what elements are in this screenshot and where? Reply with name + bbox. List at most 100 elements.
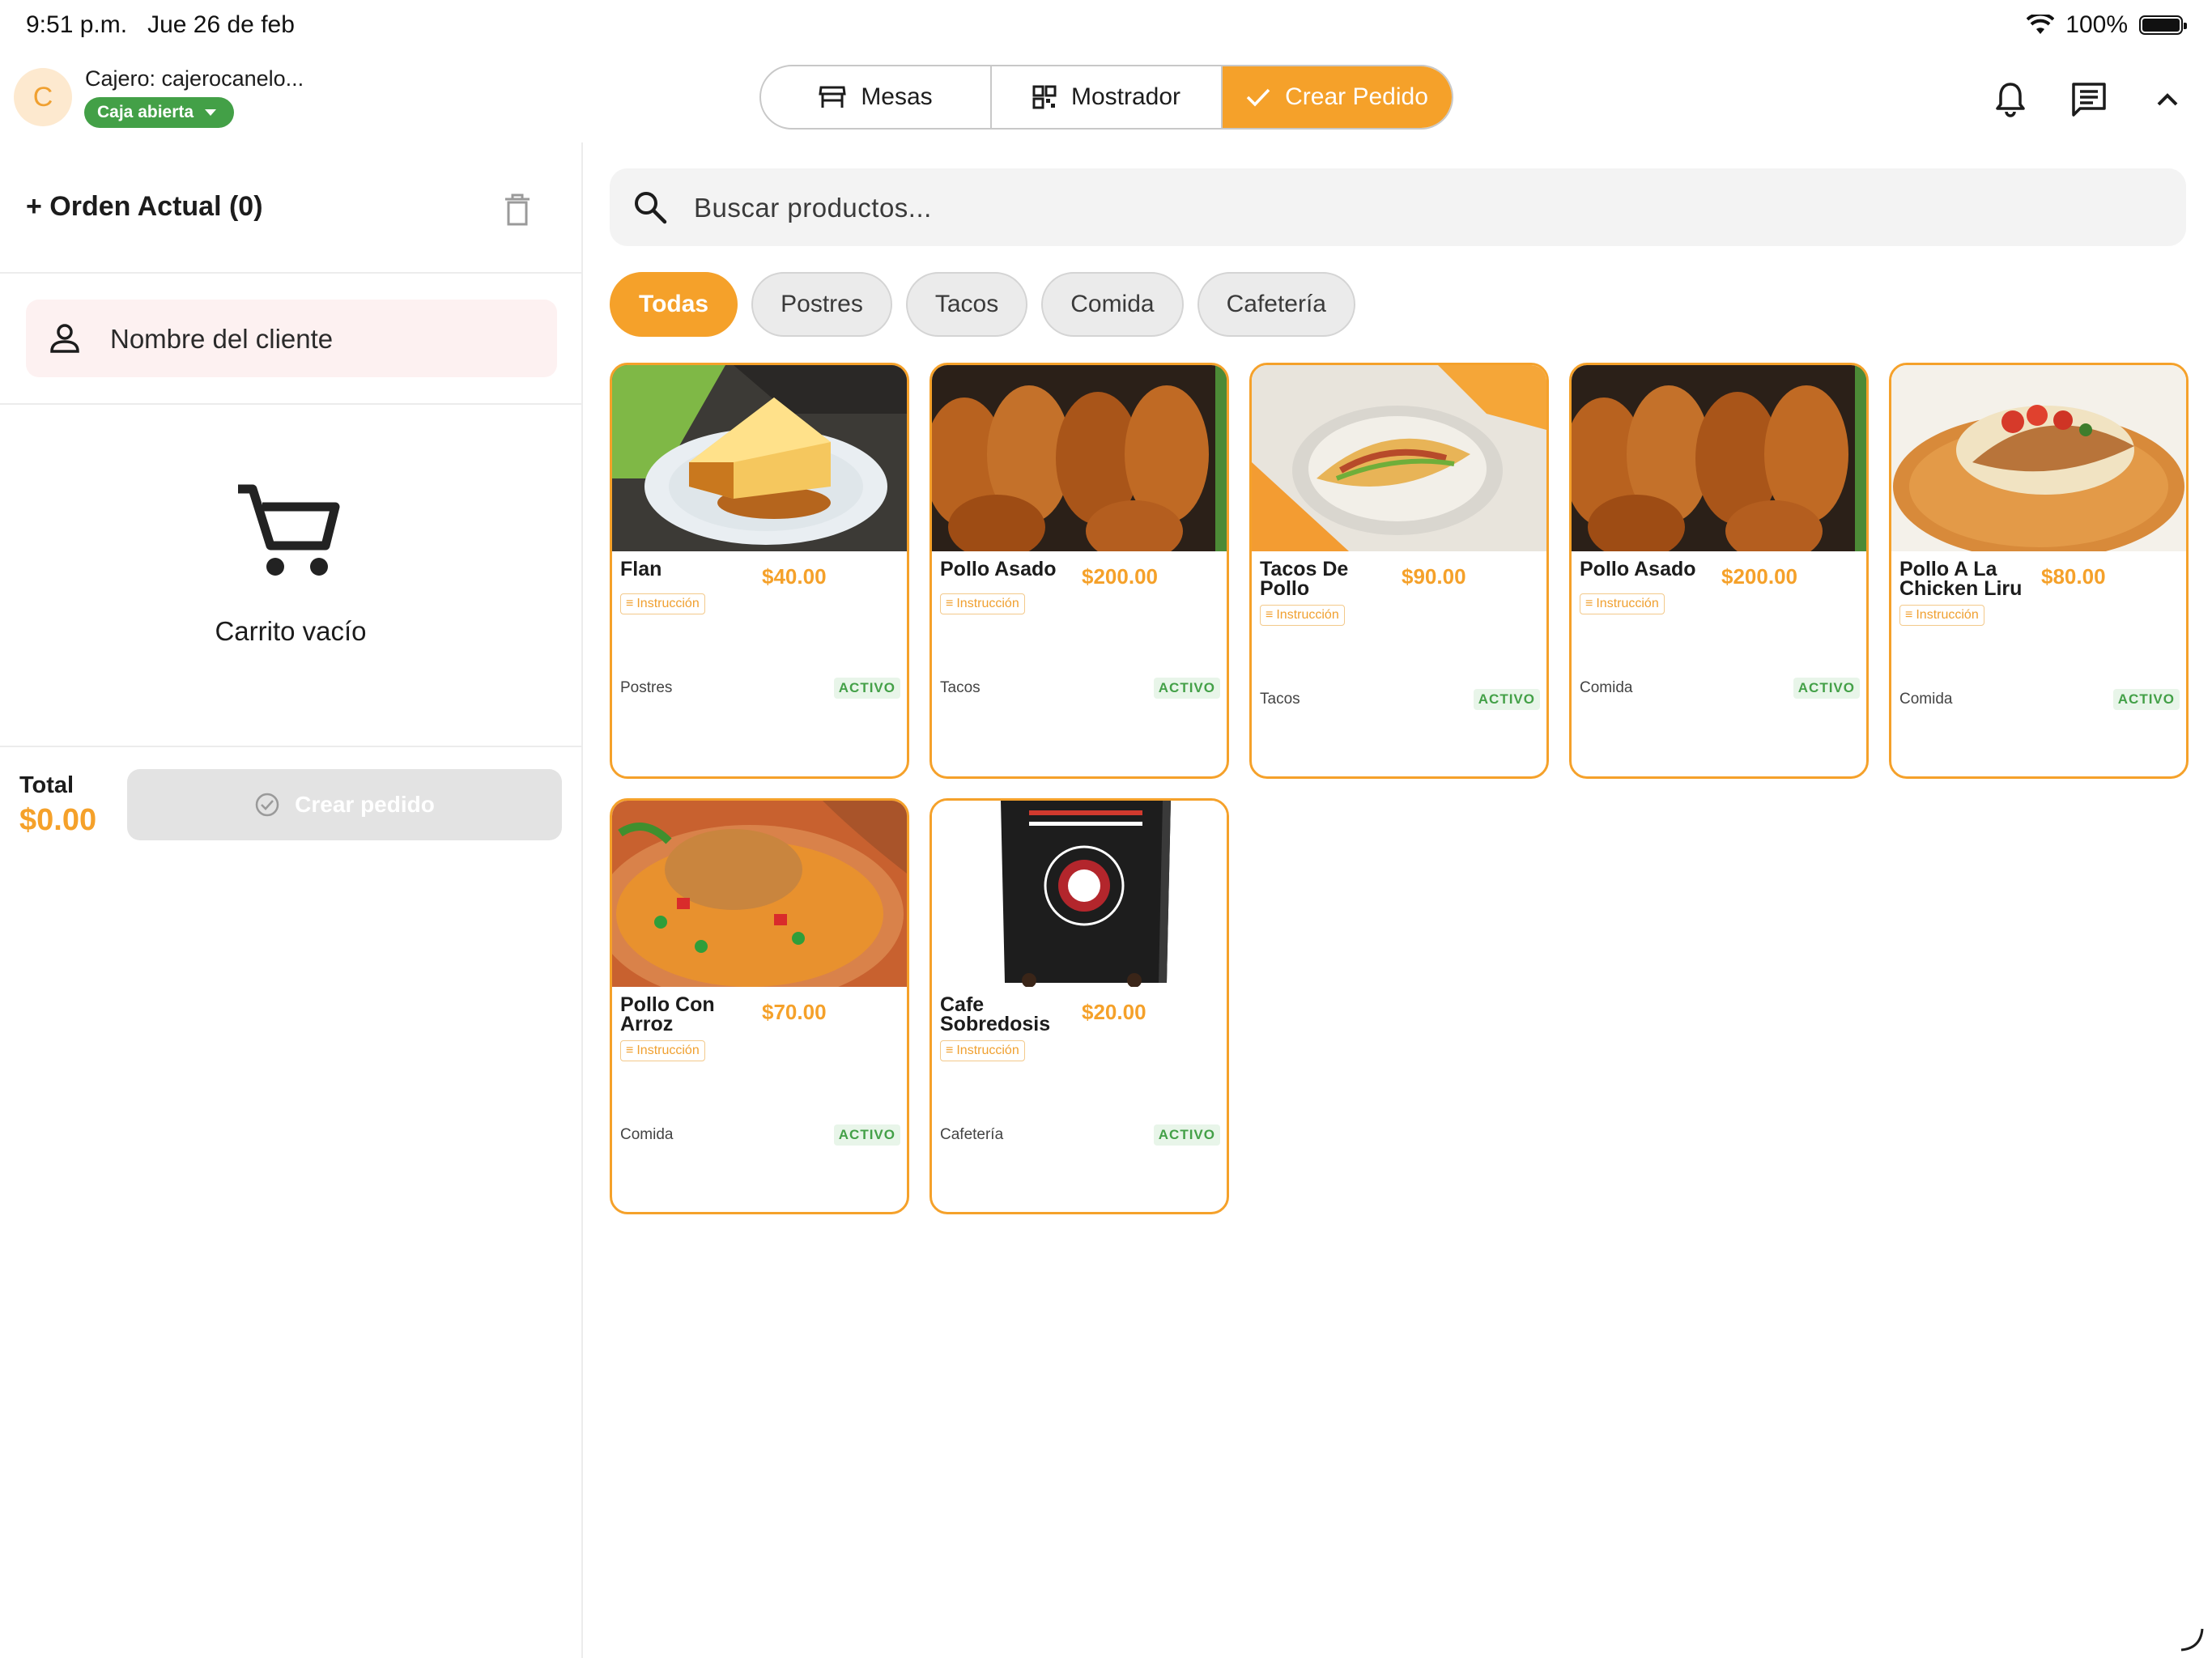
chip-todas[interactable]: Todas [610, 272, 738, 337]
product-image-roast-chicken [1572, 365, 1866, 551]
product-price: $80.00 [2041, 564, 2106, 589]
product-price: $40.00 [762, 564, 827, 589]
chip-cafeteria[interactable]: Cafetería [1197, 272, 1355, 337]
product-name: Pollo Asado [1580, 558, 1696, 580]
product-price: $20.00 [1082, 1000, 1146, 1024]
divider [0, 746, 581, 747]
battery-icon [2139, 15, 2187, 35]
product-card[interactable]: Pollo Con Arroz $70.00 ≡ Instrucción Comi… [610, 798, 909, 1214]
product-card[interactable]: Tacos De Pollo $90.00 ≡ Instrucción Tacos… [1249, 363, 1549, 779]
chip-tacos[interactable]: Tacos [905, 272, 1028, 337]
product-card[interactable]: Flan $40.00 ≡ Instrucción Postres ACTIVO [610, 363, 909, 779]
product-category: Comida [1899, 691, 1953, 708]
instruction-button[interactable]: ≡ Instrucción [1580, 593, 1665, 614]
note-icon: ≡ [626, 597, 634, 610]
note-icon: ≡ [1905, 608, 1913, 622]
app-header: C Cajero: cajerocanelo... Caja abierta M… [0, 57, 2212, 142]
instruction-button[interactable]: ≡ Instrucción [620, 593, 705, 614]
search-input[interactable]: Buscar productos... [694, 193, 932, 223]
wifi-icon [2027, 15, 2055, 34]
note-icon: ≡ [946, 1044, 954, 1057]
product-image-chicken-rice-plate [1891, 365, 2186, 551]
product-category: Tacos [1260, 691, 1300, 708]
mode-segmented-control: Mesas Mostrador Crear Pedido [759, 65, 1453, 130]
instruction-button[interactable]: ≡ Instrucción [940, 1040, 1025, 1061]
product-price: $200.00 [1082, 564, 1158, 589]
tab-crear-pedido-label: Crear Pedido [1285, 83, 1428, 110]
status-badge: ACTIVO [1793, 678, 1860, 699]
tab-mostrador-label: Mostrador [1070, 83, 1181, 110]
caret-down-icon [205, 109, 217, 116]
status-badge: ACTIVO [1473, 689, 1540, 710]
tab-mesas-label: Mesas [861, 83, 933, 110]
cashier-name: Cajero: cajerocanelo... [85, 66, 304, 91]
chevron-up-icon[interactable] [2147, 79, 2188, 120]
product-card[interactable]: Pollo Asado $200.00 ≡ Instrucción Comida … [1569, 363, 1869, 779]
category-filters: Todas Postres Tacos Comida Cafetería [610, 272, 1355, 337]
divider [0, 403, 581, 405]
product-name: Pollo A La Chicken Liru [1899, 558, 2023, 600]
note-icon: ≡ [1585, 597, 1593, 610]
search-icon [635, 192, 667, 224]
store-icon [819, 86, 847, 108]
instruction-button[interactable]: ≡ Instrucción [940, 593, 1025, 614]
chip-comida[interactable]: Comida [1041, 272, 1184, 337]
product-name: Flan [620, 558, 662, 580]
status-bar: 9:51 p.m. Jue 26 de feb 100% [0, 0, 2212, 52]
search-bar[interactable]: Buscar productos... [610, 168, 2186, 246]
grid-icon [1032, 85, 1057, 109]
status-right: 100% [2027, 11, 2187, 39]
check-icon [1246, 88, 1270, 107]
product-name: Pollo Asado [940, 558, 1057, 580]
note-icon: ≡ [626, 1044, 634, 1057]
person-icon [50, 324, 79, 353]
product-category: Comida [620, 1126, 674, 1143]
trash-icon[interactable] [502, 193, 533, 227]
instruction-label: Instrucción [1276, 608, 1339, 622]
product-price: $70.00 [762, 1000, 827, 1024]
caja-status-label: Caja abierta [97, 103, 194, 121]
instruction-label: Instrucción [636, 597, 700, 610]
divider [0, 272, 581, 274]
note-icon: ≡ [1266, 608, 1274, 622]
empty-cart-text: Carrito vacío [215, 616, 367, 646]
product-card[interactable]: Cafe Sobredosis $20.00 ≡ Instrucción Cafe… [929, 798, 1229, 1214]
product-image-chicken-rice [612, 801, 907, 987]
order-panel: + Orden Actual (0) Nombre del cliente Ca… [0, 142, 583, 1658]
caja-status-dropdown[interactable]: Caja abierta [84, 97, 235, 128]
client-name-field[interactable]: Nombre del cliente [26, 300, 557, 377]
tab-mostrador[interactable]: Mostrador [992, 66, 1223, 128]
instruction-button[interactable]: ≡ Instrucción [620, 1040, 705, 1061]
status-badge: ACTIVO [1153, 1124, 1220, 1146]
total-value: $0.00 [19, 803, 97, 837]
status-badge: ACTIVO [2112, 689, 2180, 710]
instruction-button[interactable]: ≡ Instrucción [1260, 605, 1345, 626]
check-circle-icon [255, 793, 279, 817]
instruction-button[interactable]: ≡ Instrucción [1899, 605, 1984, 626]
bell-icon[interactable] [1990, 79, 2031, 120]
resize-handle-icon [2180, 1628, 2204, 1652]
product-image-coffee-bag [932, 801, 1227, 987]
status-time: 9:51 p.m. Jue 26 de feb [26, 11, 295, 38]
product-category: Tacos [940, 679, 981, 696]
product-price: $90.00 [1402, 564, 1466, 589]
note-icon: ≡ [946, 597, 954, 610]
create-order-label: Crear pedido [295, 792, 435, 817]
product-image-flan [612, 365, 907, 551]
chip-postres[interactable]: Postres [751, 272, 892, 337]
tab-mesas[interactable]: Mesas [761, 66, 992, 128]
product-name: Cafe Sobredosis [940, 993, 1051, 1035]
message-icon[interactable] [2069, 79, 2109, 120]
product-category: Comida [1580, 679, 1633, 696]
product-name: Tacos De Pollo [1260, 558, 1349, 600]
avatar[interactable]: C [14, 68, 72, 126]
create-order-button[interactable]: Crear pedido [127, 769, 562, 840]
product-name: Pollo Con Arroz [620, 993, 715, 1035]
tab-crear-pedido[interactable]: Crear Pedido [1223, 66, 1452, 128]
product-card[interactable]: Pollo A La Chicken Liru $80.00 ≡ Instrucc… [1889, 363, 2189, 779]
product-category: Postres [620, 679, 673, 696]
product-price: $200.00 [1721, 564, 1797, 589]
order-title: + Orden Actual (0) [26, 191, 263, 222]
product-card[interactable]: Pollo Asado $200.00 ≡ Instrucción Tacos A… [929, 363, 1229, 779]
product-category: Cafetería [940, 1126, 1004, 1143]
